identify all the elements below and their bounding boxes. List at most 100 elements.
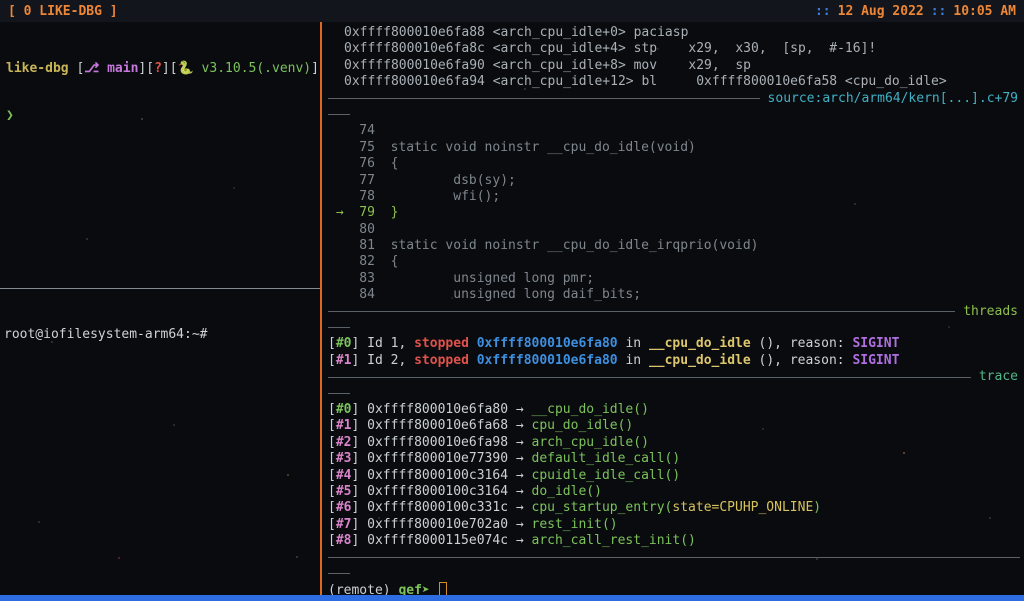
asm-line: 0xffff800010e6fa94 <arch_cpu_idle+12> bl… — [328, 74, 1020, 90]
thread-in-label: in — [617, 336, 649, 352]
trace-address: ] 0xffff800010e6fa98 → — [351, 434, 532, 450]
prompt-bracket: [ — [68, 61, 85, 76]
trace-address: ] 0xffff8000100c331c → — [351, 500, 532, 516]
trace-paren: ) — [641, 434, 649, 450]
trace-function: arch_cpu_idle( — [531, 434, 642, 450]
status-time: 10:05 AM — [953, 3, 1016, 19]
source-line: 77 dsb(sy); — [328, 173, 1020, 189]
trace-paren: ) — [813, 500, 822, 516]
asm-address: 0xffff800010e6fa88 — [344, 25, 493, 40]
root-shell-prompt: root@iofilesystem-arm64:~# — [4, 327, 208, 342]
source-line-number: 84 — [328, 287, 391, 303]
thread-address: 0xffff800010e6fa80 — [476, 352, 618, 368]
thread-reason: SIGINT — [852, 352, 900, 368]
asm-line: 0xffff800010e6fa8c <arch_cpu_idle+4> stp… — [328, 41, 1020, 57]
terminal-cursor — [438, 582, 447, 595]
trace-frame-number: #0 — [335, 401, 352, 417]
shell-prompt-line: like-dbg [⎇ main][?][🐍 v3.10.5(.venv)] — [6, 60, 319, 77]
section-separator: source:arch/arm64/kern[...].c+79 — [328, 91, 1020, 107]
source-line-number: 80 — [328, 221, 391, 237]
thread-reason-label: (), reason: — [750, 336, 853, 352]
bracket: [ — [328, 434, 336, 450]
status-date: 12 Aug 2022 — [837, 3, 924, 19]
prompt-caret-icon: ❯ — [6, 108, 14, 123]
trace-row: [#5] 0xffff8000100c3164 → do_idle() — [328, 484, 1020, 500]
trace-row: [#1] 0xffff800010e6fa68 → cpu_do_idle() — [328, 418, 1020, 434]
separator-wrap — [328, 566, 1020, 582]
trace-function: do_idle( — [531, 483, 595, 499]
shell-pane-root[interactable]: root@iofilesystem-arm64:~# — [0, 289, 320, 595]
bracket: [ — [328, 483, 336, 499]
asm-instruction: stp x29, x30, [sp, #-16]! — [633, 41, 877, 57]
trace-function: rest_init( — [531, 516, 610, 532]
trace-row: [#0] 0xffff800010e6fa80 → __cpu_do_idle(… — [328, 402, 1020, 418]
trace-frame-number: #5 — [335, 483, 352, 499]
prompt-bracket: ][ — [138, 61, 155, 76]
source-line-number: → 79 — [328, 205, 391, 221]
separator-wrap — [328, 320, 1020, 336]
trace-address: ] 0xffff800010e6fa68 → — [351, 418, 532, 434]
bracket: [ — [328, 516, 336, 532]
section-separator: threads — [328, 304, 1020, 320]
trace-paren: ) — [625, 418, 634, 434]
tmux-window-label[interactable]: [ 0 LIKE-DBG ] — [8, 4, 118, 19]
source-code: { — [390, 254, 399, 270]
trace-row: [#7] 0xffff800010e702a0 → rest_init() — [328, 517, 1020, 533]
asm-symbol: <arch_cpu_idle+12> — [492, 74, 642, 90]
separator-line — [328, 376, 971, 378]
terminal-screen: [ 0 LIKE-DBG ] :: 12 Aug 2022 :: 10:05 A… — [0, 0, 1024, 601]
trace-paren: ) — [594, 483, 602, 499]
clock-separator-icon: :: — [930, 3, 947, 19]
source-line-number: 75 — [328, 139, 391, 155]
thread-address: 0xffff800010e6fa80 — [476, 336, 618, 352]
thread-reason: SIGINT — [852, 336, 900, 352]
trace-address: ] 0xffff800010e6fa80 → — [351, 401, 532, 417]
separator-wrap-segment — [328, 572, 350, 574]
thread-in-label: in — [617, 352, 649, 368]
trace-row: [#2] 0xffff800010e6fa98 → arch_cpu_idle(… — [328, 435, 1020, 451]
trace-frame-number: #1 — [335, 418, 352, 434]
section-separator — [328, 550, 1020, 566]
source-line-number: 76 — [328, 156, 391, 172]
python-venv-segment: 🐍 v3.10.5(.venv) — [177, 61, 312, 76]
prompt-bracket: ] — [311, 61, 319, 76]
gdb-prompt-line[interactable]: (remote) gef➤ — [328, 582, 1020, 595]
source-code: wfi(); — [390, 188, 501, 204]
bottom-edge-bar — [0, 595, 1024, 601]
trace-function: cpuidle_idle_call( — [531, 467, 673, 483]
bracket: [ — [328, 467, 336, 483]
source-line: → 79 } — [328, 205, 1020, 221]
source-line: 75 static void noinstr __cpu_do_idle(voi… — [328, 140, 1020, 156]
trace-row: [#8] 0xffff8000115e074c → arch_call_rest… — [328, 533, 1020, 549]
source-line: 80 — [328, 222, 1020, 238]
separator-wrap — [328, 107, 1020, 123]
source-code: unsigned long pmr; — [390, 270, 595, 286]
thread-frame-number: #1 — [335, 352, 352, 368]
status-clock: :: 12 Aug 2022 :: 10:05 AM — [815, 4, 1016, 19]
source-code: } — [390, 205, 399, 221]
separator-line — [328, 98, 760, 100]
asm-instruction: paciasp — [633, 25, 689, 40]
section-separator: trace — [328, 369, 1020, 385]
trace-address: ] 0xffff8000115e074c → — [351, 533, 532, 549]
shell-input-line[interactable]: ❯ — [6, 107, 314, 124]
trace-function: cpu_do_idle( — [531, 418, 626, 434]
source-code: static void noinstr __cpu_do_idle(void) — [390, 139, 696, 155]
thread-id: ] Id 2, — [351, 352, 415, 368]
section-title: threads — [963, 303, 1018, 319]
trace-address: ] 0xffff800010e702a0 → — [351, 516, 532, 532]
trace-address: ] 0xffff8000100c3164 → — [351, 467, 532, 483]
asm-address: 0xffff800010e6fa90 — [344, 57, 493, 73]
trace-paren: ) — [672, 451, 681, 467]
thread-function: __cpu_do_idle — [648, 352, 751, 368]
shell-pane-likedbg[interactable]: like-dbg [⎇ main][?][🐍 v3.10.5(.venv)] ❯ — [0, 22, 320, 288]
source-line-number: 78 — [328, 188, 391, 204]
trace-frame-number: #7 — [335, 516, 352, 532]
separator-line — [328, 311, 956, 313]
trace-frame-number: #6 — [335, 500, 352, 516]
bracket: [ — [328, 401, 336, 417]
debugger-pane[interactable]: 0xffff800010e6fa88 <arch_cpu_idle+0> pac… — [322, 22, 1024, 595]
trace-address: ] 0xffff800010e77390 → — [351, 451, 532, 467]
bracket: [ — [328, 418, 336, 434]
asm-line: 0xffff800010e6fa90 <arch_cpu_idle+8> mov… — [328, 58, 1020, 74]
